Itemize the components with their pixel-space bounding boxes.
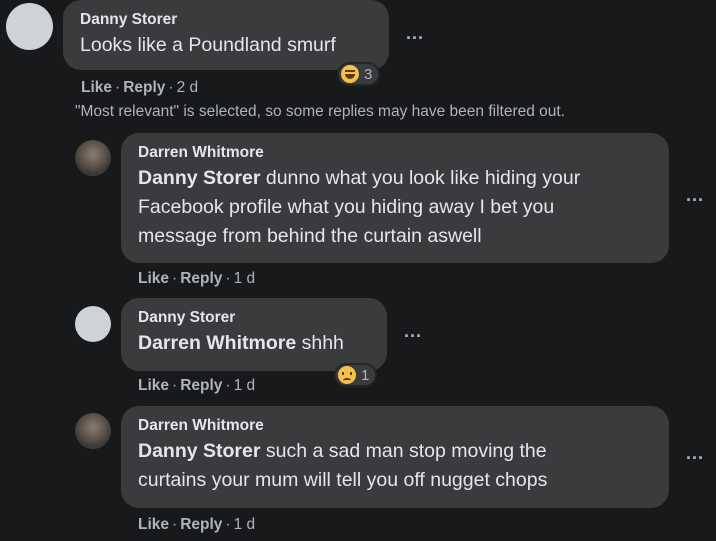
reply-button[interactable]: Reply	[180, 516, 222, 533]
comment-line: curtains your mum will tell you off nugg…	[138, 469, 548, 491]
separator: ·	[115, 79, 121, 96]
reply-button[interactable]: Reply	[180, 270, 222, 287]
timestamp[interactable]: 1 d	[234, 377, 256, 394]
reaction-summary[interactable]: 3	[337, 62, 381, 86]
comment-actions: Like · Reply · 1 d	[138, 377, 255, 395]
comment-author[interactable]: Danny Storer	[80, 9, 375, 31]
mention-link[interactable]: Darren Whitmore	[138, 332, 296, 354]
comment-bubble: Danny Storer Darren Whitmore shhh	[121, 298, 387, 371]
avatar[interactable]	[75, 413, 111, 449]
like-button[interactable]: Like	[138, 270, 169, 287]
timestamp[interactable]: 1 d	[234, 516, 256, 533]
separator: ·	[172, 270, 178, 287]
separator: ·	[172, 516, 178, 533]
separator: ·	[172, 377, 178, 394]
comment-text: Danny Storer such a sad man stop moving …	[138, 437, 655, 466]
more-options-button[interactable]: ...	[406, 24, 424, 42]
avatar[interactable]	[6, 3, 53, 50]
mention-link[interactable]: Danny Storer	[138, 440, 260, 462]
comment-line: such a sad man stop moving the	[260, 440, 547, 462]
timestamp[interactable]: 2 d	[177, 79, 199, 96]
comment-actions: Like · Reply · 1 d	[138, 516, 255, 534]
mention-link[interactable]: Danny Storer	[138, 167, 260, 189]
comment-line: Looks like a Poundland smurf	[80, 34, 336, 56]
comment-text: Looks like a Poundland smurf	[80, 31, 375, 60]
timestamp[interactable]: 1 d	[234, 270, 256, 287]
more-options-button[interactable]: ...	[404, 322, 422, 340]
separator: ·	[168, 79, 174, 96]
reaction-count: 3	[364, 65, 373, 83]
laugh-emoji-icon	[341, 65, 359, 83]
comment-line: dunno what you look like hiding your	[260, 167, 581, 189]
comment-line: Facebook profile what you hiding away I …	[138, 196, 555, 218]
avatar[interactable]	[75, 140, 111, 176]
filter-notice: "Most relevant" is selected, so some rep…	[75, 103, 566, 120]
separator: ·	[225, 377, 231, 394]
comment-bubble: Darren Whitmore Danny Storer such a sad …	[121, 406, 669, 508]
comment-line: message from behind the curtain aswell	[138, 225, 482, 247]
comment-bubble: Darren Whitmore Danny Storer dunno what …	[121, 133, 669, 263]
separator: ·	[225, 516, 231, 533]
comment-text: Darren Whitmore shhh	[138, 329, 373, 358]
more-options-button[interactable]: ...	[686, 444, 704, 462]
comment-actions: Like · Reply · 2 d	[81, 79, 198, 97]
more-options-button[interactable]: ...	[686, 186, 704, 204]
comment-author[interactable]: Darren Whitmore	[138, 142, 655, 164]
comment-actions: Like · Reply · 1 d	[138, 270, 255, 288]
comment-bubble: Danny Storer Looks like a Poundland smur…	[63, 0, 389, 70]
reaction-count: 1	[361, 366, 370, 384]
avatar[interactable]	[75, 306, 111, 342]
comment-text: Danny Storer dunno what you look like hi…	[138, 164, 655, 193]
like-button[interactable]: Like	[81, 79, 112, 96]
like-button[interactable]: Like	[138, 377, 169, 394]
sad-emoji-icon	[338, 366, 356, 384]
like-button[interactable]: Like	[138, 516, 169, 533]
comment-line: shhh	[296, 332, 344, 354]
comment-author[interactable]: Danny Storer	[138, 307, 373, 329]
reaction-summary[interactable]: 1	[334, 363, 378, 387]
reply-button[interactable]: Reply	[180, 377, 222, 394]
reply-button[interactable]: Reply	[123, 79, 165, 96]
comment-author[interactable]: Darren Whitmore	[138, 415, 655, 437]
separator: ·	[225, 270, 231, 287]
